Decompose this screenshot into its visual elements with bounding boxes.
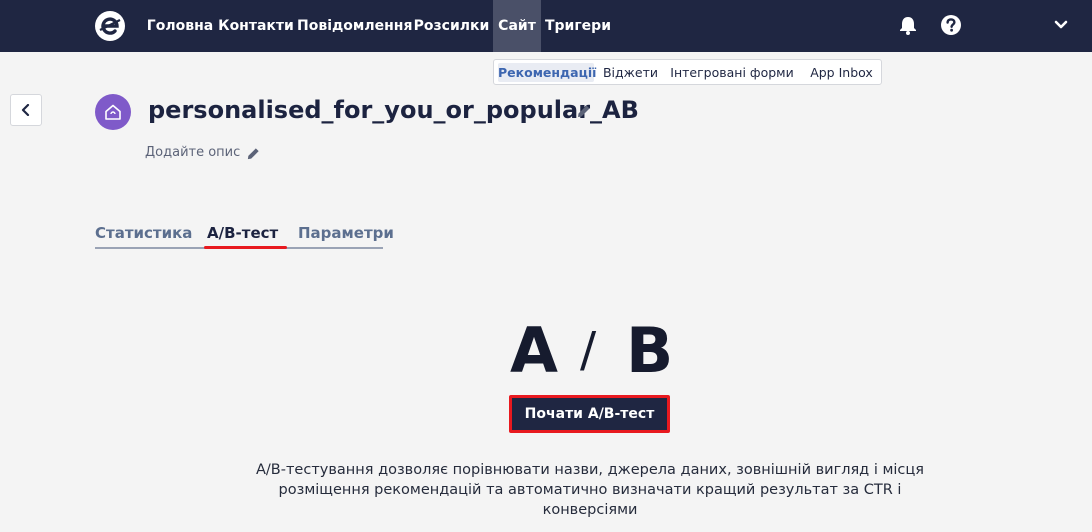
nav-item-home[interactable]: Головна [145,0,215,52]
logo-icon[interactable] [94,10,126,42]
page-title: personalised_for_you_or_popular_AB [148,96,639,124]
subnav-item-integrated-forms[interactable]: Інтегровані форми [668,63,796,82]
avatar [95,94,131,130]
ab-description-line-3: конверсіями [542,502,638,518]
start-ab-test-label: Почати A/B-тест [524,406,655,422]
home-icon [105,104,121,120]
nav-item-messages[interactable]: Повідомлення [297,0,412,52]
nav-item-triggers[interactable]: Тригери [543,0,613,52]
start-ab-test-button[interactable]: Почати A/B-тест [509,395,670,433]
nav-item-contacts[interactable]: Контакти [217,0,295,52]
ab-letter-a: A [510,314,558,387]
ab-slash: / [580,322,597,378]
nav-item-campaigns[interactable]: Розсилки [412,0,491,52]
subnav-item-app-inbox[interactable]: App Inbox [804,63,879,82]
chevron-down-icon[interactable] [1050,14,1072,36]
back-button[interactable] [10,94,42,126]
chevron-left-icon [21,104,30,116]
add-description-field[interactable]: Додайте опис [145,145,240,160]
tab-bar: Статистика A/B-тест Параметри [95,220,394,249]
ab-description-line-2: розміщення рекомендацій та автоматично в… [278,482,902,498]
tab-ab-test[interactable]: A/B-тест [207,224,278,242]
bell-icon[interactable] [897,14,919,36]
tab-parameters[interactable]: Параметри [298,224,394,242]
top-navigation-bar: Головна Контакти Повідомлення Розсилки С… [0,0,1092,52]
nav-item-site[interactable]: Сайт [493,0,541,52]
ab-test-description: A/B-тестування дозволяє порівнювати назв… [240,460,940,520]
edit-description-icon[interactable] [246,146,261,161]
subnav-item-recommendations[interactable]: Рекомендації [498,63,596,82]
ab-letter-b: B [626,314,674,387]
site-subnav: Рекомендації Віджети Інтегровані форми A… [493,59,882,85]
active-tab-indicator [204,246,287,249]
subnav-item-widgets[interactable]: Віджети [600,63,661,82]
help-icon[interactable] [940,14,962,36]
tab-statistics[interactable]: Статистика [95,224,192,242]
ab-description-line-1: A/B-тестування дозволяє порівнювати назв… [256,462,924,478]
edit-title-icon[interactable] [576,103,592,119]
